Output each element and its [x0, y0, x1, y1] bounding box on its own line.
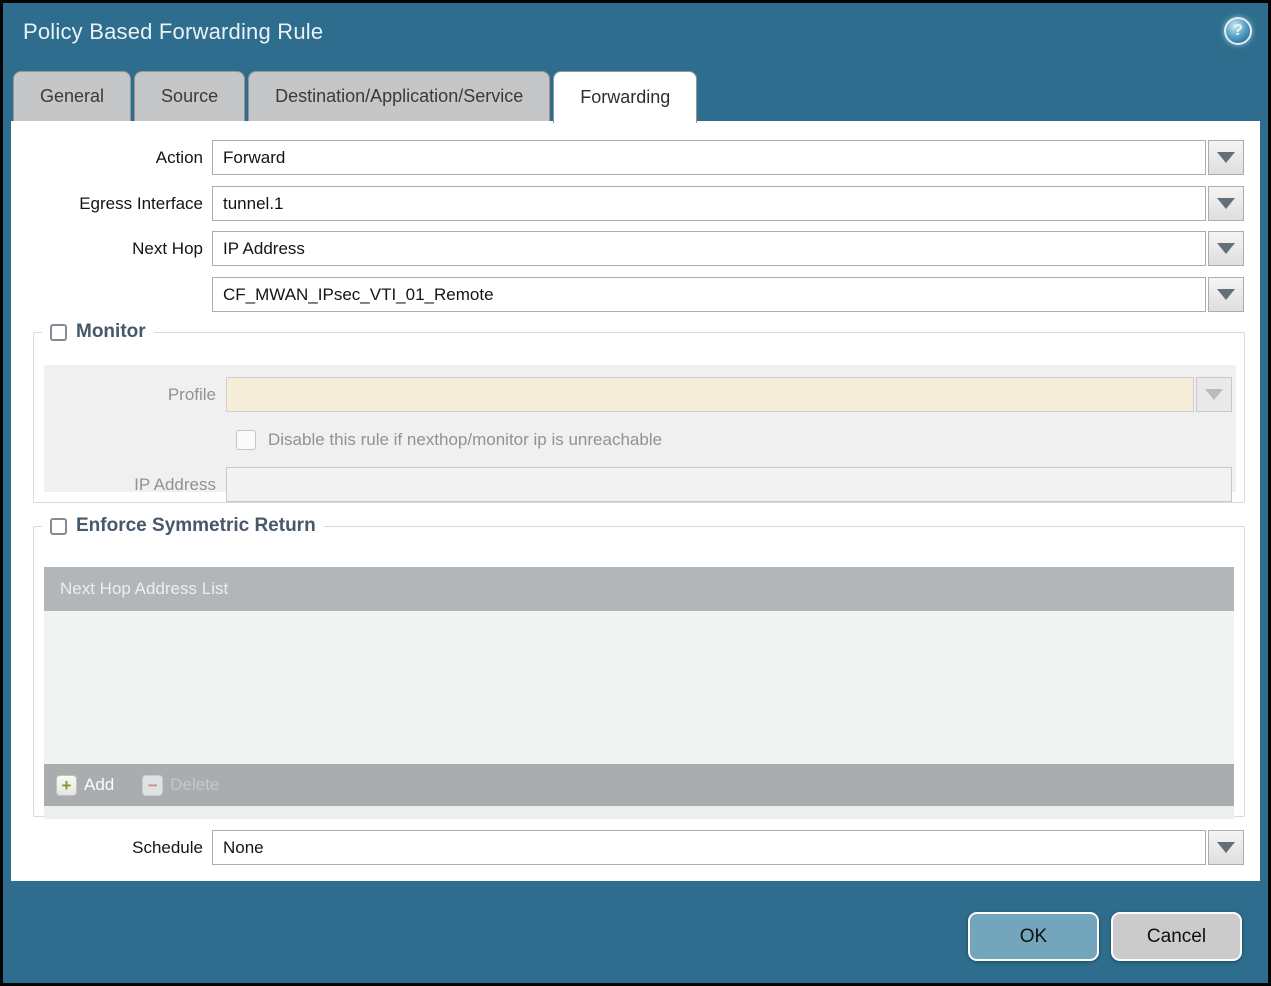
- action-label: Action: [155, 147, 203, 167]
- enforce-symmetric-return-legend-label: Enforce Symmetric Return: [76, 515, 316, 536]
- tab-source[interactable]: Source: [134, 71, 246, 121]
- enforce-symmetric-return-checkbox[interactable]: [50, 517, 67, 535]
- tab-bar: General Source Destination/Application/S…: [13, 71, 698, 123]
- add-button-label: Add: [84, 775, 115, 794]
- table-scrollbar-track: [44, 806, 1234, 819]
- action-select[interactable]: [212, 140, 1206, 175]
- ok-button[interactable]: OK: [968, 912, 1099, 961]
- chevron-down-icon: [1205, 389, 1223, 400]
- table-header-label: Next Hop Address List: [60, 579, 229, 598]
- content-panel: Action Egress Interface Next Hop: [11, 121, 1260, 881]
- disable-rule-label: Disable this rule if nexthop/monitor ip …: [268, 429, 663, 449]
- next-hop-address-row: [11, 277, 1244, 312]
- tab-general-label: General: [40, 86, 105, 106]
- chevron-down-icon: [1217, 198, 1235, 209]
- monitor-ip-address-input: [226, 467, 1232, 502]
- profile-row: Profile: [44, 377, 1232, 412]
- next-hop-address-dropdown-button[interactable]: [1208, 277, 1244, 312]
- dialog-title: Policy Based Forwarding Rule: [23, 19, 324, 44]
- table-header: Next Hop Address List: [44, 567, 1234, 611]
- profile-label: Profile: [167, 384, 216, 404]
- action-row: Action: [11, 140, 1244, 175]
- schedule-dropdown-button[interactable]: [1208, 830, 1244, 865]
- monitor-panel: Profile Disable this rule if nexthop/mon…: [44, 365, 1236, 502]
- delete-icon-glyph: −: [147, 775, 158, 795]
- delete-icon: −: [142, 774, 164, 796]
- tab-source-label: Source: [161, 86, 219, 106]
- enforce-symmetric-return-legend: Enforce Symmetric Return: [42, 515, 324, 537]
- profile-dropdown-button: [1196, 377, 1232, 412]
- tab-destination-application-service[interactable]: Destination/Application/Service: [248, 71, 551, 121]
- egress-interface-select[interactable]: [212, 186, 1206, 221]
- monitor-group: Monitor Profile Disable this rule if nex…: [33, 321, 1245, 503]
- add-icon-glyph: +: [61, 775, 72, 795]
- schedule-label: Schedule: [132, 837, 203, 857]
- monitor-ip-address-row: IP Address: [44, 467, 1232, 502]
- monitor-legend: Monitor: [42, 321, 154, 343]
- action-dropdown-button[interactable]: [1208, 140, 1244, 175]
- egress-interface-label: Egress Interface: [79, 193, 203, 213]
- next-hop-address-list-table: Next Hop Address List + Add − Delete: [44, 567, 1234, 819]
- titlebar: Policy Based Forwarding Rule ?: [3, 3, 1268, 67]
- chevron-down-icon: [1217, 243, 1235, 254]
- schedule-row: Schedule: [11, 830, 1244, 865]
- add-button[interactable]: + Add: [56, 774, 115, 796]
- chevron-down-icon: [1217, 152, 1235, 163]
- next-hop-address-select[interactable]: [212, 277, 1206, 312]
- add-icon: +: [56, 774, 77, 796]
- tab-destination-application-service-label: Destination/Application/Service: [275, 86, 524, 106]
- chevron-down-icon: [1217, 289, 1235, 300]
- chevron-down-icon: [1217, 842, 1235, 853]
- cancel-button[interactable]: Cancel: [1111, 912, 1242, 961]
- next-hop-label: Next Hop: [132, 238, 203, 258]
- table-toolbar: + Add − Delete: [44, 764, 1234, 806]
- disable-rule-checkbox: [236, 429, 256, 450]
- next-hop-dropdown-button[interactable]: [1208, 231, 1244, 266]
- disable-rule-row: Disable this rule if nexthop/monitor ip …: [236, 422, 1232, 457]
- monitor-ip-address-label: IP Address: [134, 474, 216, 494]
- delete-button-label: Delete: [170, 775, 220, 794]
- egress-interface-row: Egress Interface: [11, 186, 1244, 221]
- next-hop-row: Next Hop: [11, 231, 1244, 266]
- help-icon[interactable]: ?: [1224, 17, 1252, 45]
- next-hop-select[interactable]: [212, 231, 1206, 266]
- ok-button-label: OK: [1019, 925, 1048, 947]
- monitor-checkbox[interactable]: [50, 323, 67, 341]
- help-icon-glyph: ?: [1233, 22, 1243, 39]
- egress-interface-dropdown-button[interactable]: [1208, 186, 1244, 221]
- delete-button: − Delete: [142, 774, 220, 796]
- cancel-button-label: Cancel: [1146, 925, 1207, 947]
- schedule-select[interactable]: [212, 830, 1206, 865]
- enforce-symmetric-return-group: Enforce Symmetric Return Next Hop Addres…: [33, 515, 1245, 819]
- tab-forwarding[interactable]: Forwarding: [553, 71, 698, 123]
- profile-select: [226, 377, 1194, 412]
- policy-based-forwarding-rule-dialog: Policy Based Forwarding Rule ? General S…: [0, 0, 1271, 986]
- tab-general[interactable]: General: [13, 71, 132, 121]
- table-body: [44, 611, 1234, 764]
- monitor-legend-label: Monitor: [76, 321, 146, 342]
- tab-forwarding-label: Forwarding: [580, 87, 671, 107]
